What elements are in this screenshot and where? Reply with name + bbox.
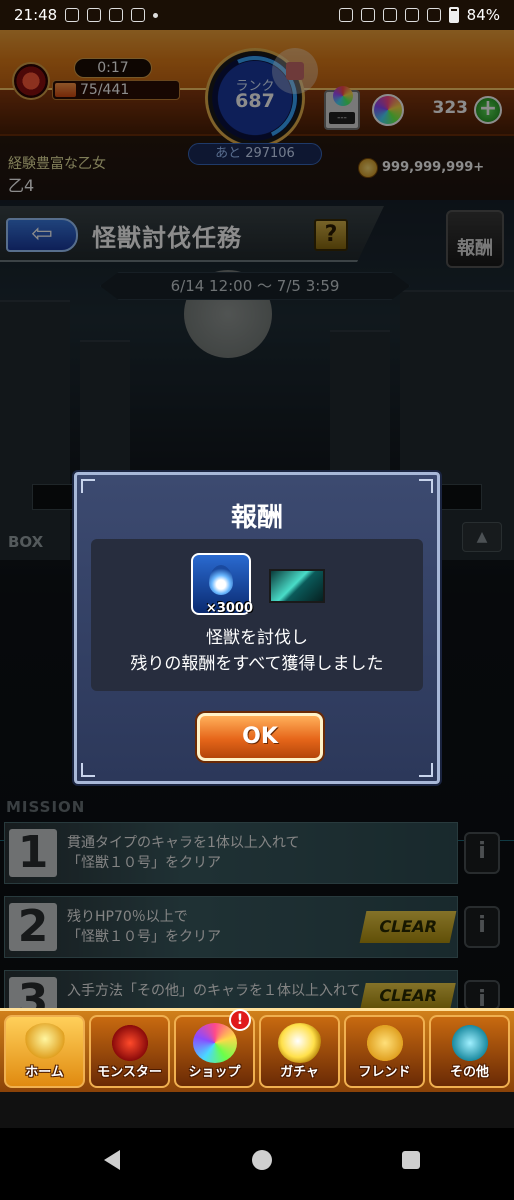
notification-icon	[65, 8, 80, 22]
nav-shop[interactable]: ! ショップ	[174, 1009, 255, 1088]
nav-other[interactable]: その他	[429, 1015, 510, 1088]
corner-ornament	[81, 763, 95, 777]
other-icon	[447, 1023, 492, 1063]
shop-icon	[192, 1023, 237, 1063]
clock: 21:48	[14, 6, 58, 24]
home-icon	[22, 1023, 67, 1063]
bottom-spacer	[0, 1092, 514, 1128]
nav-friend[interactable]: フレンド	[344, 1015, 425, 1088]
nav-gacha[interactable]: ガチャ	[259, 1015, 340, 1088]
dialog-message: 怪獣を討伐し 残りの報酬をすべて獲得しました	[91, 625, 423, 677]
ok-button[interactable]: OK	[197, 713, 323, 761]
recent-apps-icon[interactable]	[402, 1151, 420, 1169]
vibrate-icon	[382, 8, 397, 22]
friend-icon	[362, 1023, 407, 1063]
notification-icon	[87, 8, 102, 22]
dialog-message-line: 残りの報酬をすべて獲得しました	[130, 654, 384, 674]
corner-ornament	[419, 479, 433, 493]
battery-percent: 84%	[466, 6, 500, 24]
cast-icon	[360, 8, 375, 22]
reward-card-icon	[269, 569, 325, 603]
status-bar: 21:48 84%	[0, 0, 514, 30]
gacha-icon	[277, 1023, 322, 1063]
system-navigation-bar	[0, 1128, 514, 1200]
signal-icon	[426, 8, 441, 22]
nav-home[interactable]: ホーム	[4, 1015, 85, 1088]
dialog-body: ×3000 怪獣を討伐し 残りの報酬をすべて獲得しました	[91, 539, 423, 691]
nav-label: その他	[449, 1065, 489, 1080]
monster-icon	[107, 1023, 152, 1063]
nav-monster[interactable]: モンスター	[89, 1015, 170, 1088]
bottom-navigation: ホーム モンスター ! ショップ ガチャ フレンド その他	[0, 1008, 514, 1092]
home-circle-icon[interactable]	[252, 1150, 272, 1170]
alert-badge: !	[229, 1009, 251, 1031]
corner-ornament	[419, 763, 433, 777]
back-icon[interactable]	[104, 1150, 120, 1170]
nav-label: ショップ	[188, 1065, 241, 1080]
water-drop-icon	[209, 565, 233, 595]
mail-icon	[131, 8, 146, 22]
nav-label: ガチャ	[280, 1065, 319, 1080]
nav-label: モンスター	[97, 1065, 162, 1080]
dialog-title: 報酬	[230, 503, 283, 533]
notification-icon	[109, 8, 124, 22]
nav-label: ホーム	[25, 1065, 64, 1080]
wifi-icon	[404, 8, 419, 22]
battery-icon	[448, 7, 459, 23]
reward-quantity: ×3000	[205, 601, 253, 616]
corner-ornament	[81, 479, 95, 493]
nav-label: フレンド	[358, 1065, 411, 1080]
alarm-icon	[338, 8, 353, 22]
dialog-message-line: 怪獣を討伐し	[206, 628, 308, 648]
more-notifications-icon	[153, 12, 159, 18]
reward-dialog: 報酬 ×3000 怪獣を討伐し 残りの報酬をすべて獲得しました OK	[74, 472, 440, 784]
